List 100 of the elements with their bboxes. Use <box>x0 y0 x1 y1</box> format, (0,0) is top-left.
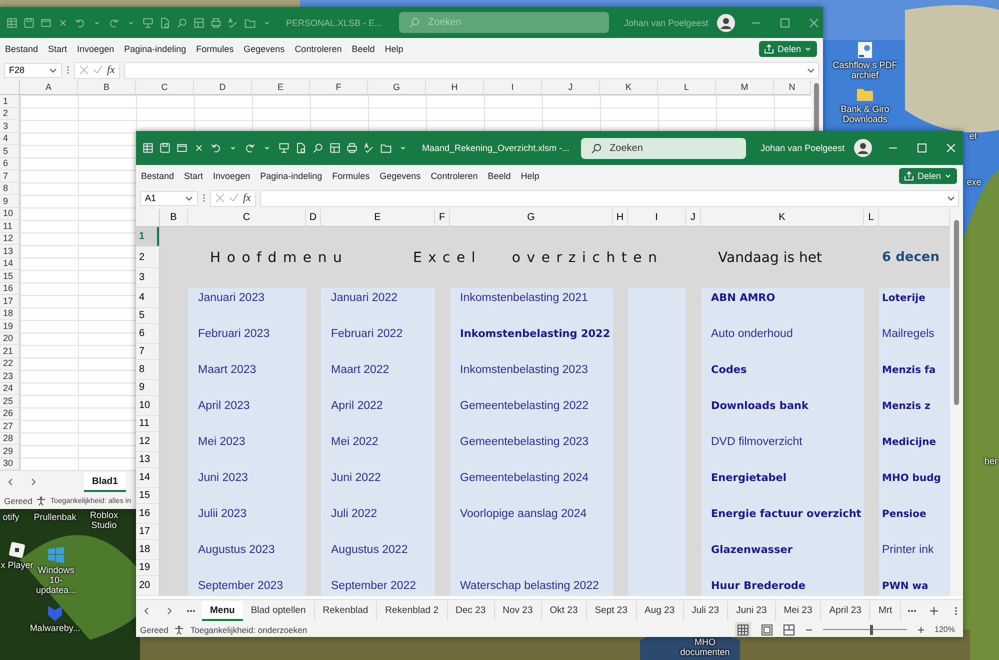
desktop-icon-label[interactable]: her <box>984 456 998 466</box>
accessibility-icon[interactable] <box>36 496 46 506</box>
sheet-link[interactable]: Inkomstenbelasting 2022 <box>450 324 613 344</box>
search-field[interactable]: Zoeken <box>580 138 746 158</box>
sheet-link[interactable]: Augustus 2023 <box>188 540 306 560</box>
maximize-icon[interactable] <box>779 16 792 28</box>
sheet-link[interactable]: MHO budg <box>879 468 950 488</box>
sheet-link[interactable]: September 2022 <box>321 576 435 596</box>
sheet-link[interactable]: Menzis fa <box>879 360 950 380</box>
ribbon-tab[interactable]: Beeld <box>348 44 382 54</box>
row-header[interactable]: 4 <box>0 132 20 145</box>
row-header[interactable]: 18 <box>136 540 160 560</box>
column-header[interactable]: B <box>78 80 136 95</box>
column-header[interactable]: A <box>20 80 78 95</box>
desktop-icon-label[interactable]: et <box>969 131 977 141</box>
plus-icon[interactable] <box>929 606 940 616</box>
sheet-link[interactable]: Loterije <box>879 288 950 308</box>
check-icon[interactable] <box>229 193 239 203</box>
desktop-icon-label[interactable]: otify <box>2 512 20 522</box>
redo-icon[interactable] <box>244 142 256 154</box>
ribbon-tab[interactable]: Bestand <box>138 171 182 181</box>
spellcheck-icon[interactable] <box>363 142 375 154</box>
sheet-link[interactable]: Glazenwasser <box>701 540 864 560</box>
shield-icon[interactable] <box>45 603 65 623</box>
sheet-link[interactable]: Februari 2023 <box>188 324 306 344</box>
row-header[interactable]: 5 <box>136 308 160 324</box>
magnifier-icon[interactable] <box>312 142 324 154</box>
ribbon-tab[interactable]: Help <box>382 44 410 54</box>
avatar-icon[interactable] <box>854 139 872 157</box>
sheet-tab[interactable]: Blad1 <box>84 472 126 492</box>
row-header[interactable]: 3 <box>136 268 160 288</box>
sheet-link[interactable]: DVD filmoverzicht <box>701 432 864 452</box>
ribbon-tab[interactable]: Gegevens <box>240 44 292 54</box>
ribbon-tab[interactable]: Pagina-indeling <box>121 44 194 54</box>
folder-icon[interactable] <box>380 142 392 154</box>
row-header[interactable]: 15 <box>0 270 20 282</box>
folder-icon[interactable] <box>244 16 256 28</box>
desktop-icon-label[interactable]: Bank & Giro Downloads <box>832 104 898 124</box>
sheet-link[interactable]: Juni 2022 <box>321 468 435 488</box>
ribbon-tab[interactable]: Invoegen <box>210 171 258 181</box>
close-icon[interactable] <box>808 16 820 28</box>
row-header[interactable]: 17 <box>0 295 20 308</box>
desktop-icon-label[interactable]: Cashflow s PDF archief <box>832 60 898 80</box>
column-header[interactable]: D <box>194 80 252 95</box>
row-header[interactable]: 6 <box>0 158 20 170</box>
cross-icon[interactable] <box>193 142 205 154</box>
column-header[interactable]: K <box>701 209 864 227</box>
row-header[interactable]: 26 <box>0 408 20 420</box>
row-header[interactable]: 5 <box>0 145 20 158</box>
row-header[interactable]: 15 <box>136 488 160 504</box>
name-box[interactable]: A1 <box>140 190 198 206</box>
row-header[interactable]: 25 <box>0 395 20 408</box>
sheet-link[interactable]: Inkomstenbelasting 2023 <box>450 360 613 380</box>
column-header[interactable]: M <box>716 80 774 95</box>
sheet-link[interactable]: April 2023 <box>188 396 306 416</box>
formula-field[interactable] <box>124 62 819 78</box>
undo-icon[interactable] <box>74 16 86 28</box>
sheet-link[interactable]: Auto onderhoud <box>701 324 864 344</box>
column-header[interactable]: E <box>252 80 310 95</box>
ribbon-tab[interactable]: Controleren <box>292 44 349 54</box>
row-header[interactable]: 10 <box>136 396 160 416</box>
column-header[interactable]: J <box>542 80 600 95</box>
desktop-icon-label[interactable]: x Player <box>0 560 34 570</box>
row-header[interactable]: 14 <box>136 468 160 488</box>
row-header[interactable]: 20 <box>136 576 160 596</box>
column-header[interactable]: N <box>774 80 811 95</box>
row-header[interactable]: 7 <box>136 344 160 360</box>
more-icon[interactable] <box>202 193 206 203</box>
row-header[interactable]: 12 <box>136 432 160 452</box>
image-file-icon[interactable] <box>855 40 875 60</box>
sheet-link[interactable]: Mei 2023 <box>188 432 306 452</box>
row-header[interactable]: 14 <box>0 258 20 270</box>
row-header[interactable]: 22 <box>0 358 20 370</box>
row-header[interactable]: 18 <box>0 308 20 320</box>
accessibility-icon[interactable] <box>174 624 184 634</box>
row-header[interactable]: 19 <box>0 320 20 332</box>
easel-icon[interactable] <box>278 142 290 154</box>
sheet-link[interactable]: Medicijne <box>879 432 950 452</box>
excel-logo-icon[interactable] <box>6 16 18 28</box>
row-header[interactable]: 21 <box>0 345 20 358</box>
sheet-link[interactable]: Gemeentebelasting 2023 <box>450 432 613 452</box>
ribbon-tab[interactable]: Beeld <box>484 171 518 181</box>
avatar-icon[interactable] <box>717 14 736 32</box>
column-header[interactable]: C <box>136 80 194 95</box>
sheet-link[interactable]: Juni 2023 <box>188 468 306 488</box>
redo-icon[interactable] <box>108 16 120 28</box>
slider-thumb[interactable] <box>870 624 874 634</box>
column-header[interactable]: L <box>658 80 716 95</box>
row-header[interactable]: 3 <box>0 120 20 132</box>
sheet-link[interactable]: Juli 2022 <box>321 504 435 524</box>
sheet-link[interactable]: Voorlopige aanslag 2024 <box>450 504 613 524</box>
column-header[interactable]: E <box>321 209 435 227</box>
share-button[interactable]: Delen <box>899 168 957 184</box>
more-icon[interactable] <box>66 65 70 75</box>
column-header[interactable]: I <box>484 80 542 95</box>
ribbon-tab[interactable]: Help <box>518 171 546 181</box>
vertical-scrollbar[interactable] <box>950 209 962 596</box>
column-header[interactable]: C <box>188 209 306 227</box>
sheet-link[interactable]: Codes <box>701 360 864 380</box>
sheet-link[interactable]: Printer ink <box>879 540 950 560</box>
